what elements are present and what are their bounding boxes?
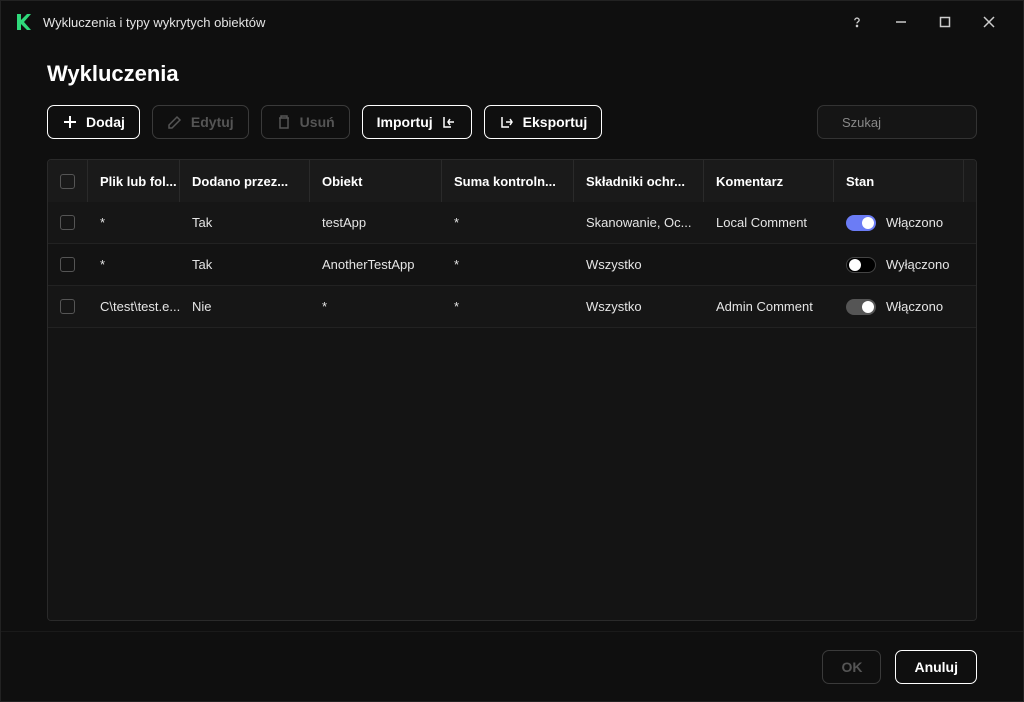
titlebar: Wykluczenia i typy wykrytych obiektów bbox=[1, 1, 1023, 43]
cell-state: Włączono bbox=[834, 202, 964, 243]
row-checkbox[interactable] bbox=[48, 244, 88, 285]
add-label: Dodaj bbox=[86, 114, 125, 130]
cell-checksum: * bbox=[442, 244, 574, 285]
help-button[interactable] bbox=[835, 2, 879, 42]
cell-rest bbox=[964, 202, 976, 243]
header-components[interactable]: Składniki ochr... bbox=[574, 160, 704, 202]
dialog-footer: OK Anuluj bbox=[1, 631, 1023, 701]
cancel-button[interactable]: Anuluj bbox=[895, 650, 977, 684]
search-box[interactable] bbox=[817, 105, 977, 139]
delete-label: Usuń bbox=[300, 114, 335, 130]
checkbox-icon bbox=[60, 257, 75, 272]
cell-added: Tak bbox=[180, 244, 310, 285]
export-label: Eksportuj bbox=[523, 114, 588, 130]
cell-components: Wszystko bbox=[574, 286, 704, 327]
header-added[interactable]: Dodano przez... bbox=[180, 160, 310, 202]
table-row[interactable]: *TaktestApp*Skanowanie, Oc...Local Comme… bbox=[48, 202, 976, 244]
page-title: Wykluczenia bbox=[47, 61, 977, 87]
header-object[interactable]: Obiekt bbox=[310, 160, 442, 202]
cell-rest bbox=[964, 286, 976, 327]
ok-button[interactable]: OK bbox=[822, 650, 881, 684]
trash-icon bbox=[276, 114, 292, 130]
header-state[interactable]: Stan bbox=[834, 160, 964, 202]
plus-icon bbox=[62, 114, 78, 130]
cell-state: Włączono bbox=[834, 286, 964, 327]
cell-components: Wszystko bbox=[574, 244, 704, 285]
cell-file: * bbox=[88, 244, 180, 285]
cell-state: Wyłączono bbox=[834, 244, 964, 285]
state-label: Włączono bbox=[886, 215, 943, 230]
toolbar: Dodaj Edytuj Usuń Importuj Eksportuj bbox=[47, 105, 977, 139]
cell-comment bbox=[704, 244, 834, 285]
cell-object: * bbox=[310, 286, 442, 327]
cell-added: Nie bbox=[180, 286, 310, 327]
table-row[interactable]: *TakAnotherTestApp*WszystkoWyłączono bbox=[48, 244, 976, 286]
window-title: Wykluczenia i typy wykrytych obiektów bbox=[43, 15, 265, 30]
edit-button[interactable]: Edytuj bbox=[152, 105, 249, 139]
header-rest bbox=[964, 160, 977, 202]
cell-comment: Admin Comment bbox=[704, 286, 834, 327]
exclusions-table: Plik lub fol... Dodano przez... Obiekt S… bbox=[47, 159, 977, 621]
state-toggle[interactable] bbox=[846, 215, 876, 231]
app-window: Wykluczenia i typy wykrytych obiektów Wy… bbox=[0, 0, 1024, 702]
header-comment[interactable]: Komentarz bbox=[704, 160, 834, 202]
cell-file: C\test\test.e... bbox=[88, 286, 180, 327]
search-input[interactable] bbox=[840, 114, 1020, 131]
cell-object: testApp bbox=[310, 202, 442, 243]
app-logo-icon bbox=[13, 12, 33, 32]
cell-comment: Local Comment bbox=[704, 202, 834, 243]
content-area: Wykluczenia Dodaj Edytuj Usuń Importuj E… bbox=[1, 43, 1023, 631]
pencil-icon bbox=[167, 114, 183, 130]
import-button[interactable]: Importuj bbox=[362, 105, 472, 139]
cell-checksum: * bbox=[442, 202, 574, 243]
maximize-button[interactable] bbox=[923, 2, 967, 42]
export-button[interactable]: Eksportuj bbox=[484, 105, 603, 139]
table-header: Plik lub fol... Dodano przez... Obiekt S… bbox=[48, 160, 976, 202]
checkbox-icon bbox=[60, 299, 75, 314]
close-button[interactable] bbox=[967, 2, 1011, 42]
cell-added: Tak bbox=[180, 202, 310, 243]
state-toggle[interactable] bbox=[846, 257, 876, 273]
import-icon bbox=[441, 114, 457, 130]
state-label: Wyłączono bbox=[886, 257, 949, 272]
row-checkbox[interactable] bbox=[48, 286, 88, 327]
select-all-header[interactable] bbox=[48, 160, 88, 202]
add-button[interactable]: Dodaj bbox=[47, 105, 140, 139]
table-body: *TaktestApp*Skanowanie, Oc...Local Comme… bbox=[48, 202, 976, 620]
cell-components: Skanowanie, Oc... bbox=[574, 202, 704, 243]
cell-rest bbox=[964, 244, 976, 285]
export-icon bbox=[499, 114, 515, 130]
delete-button[interactable]: Usuń bbox=[261, 105, 350, 139]
import-label: Importuj bbox=[377, 114, 433, 130]
cell-file: * bbox=[88, 202, 180, 243]
state-toggle[interactable] bbox=[846, 299, 876, 315]
state-label: Włączono bbox=[886, 299, 943, 314]
checkbox-icon bbox=[60, 174, 75, 189]
row-checkbox[interactable] bbox=[48, 202, 88, 243]
edit-label: Edytuj bbox=[191, 114, 234, 130]
checkbox-icon bbox=[60, 215, 75, 230]
header-checksum[interactable]: Suma kontroln... bbox=[442, 160, 574, 202]
table-row[interactable]: C\test\test.e...Nie**WszystkoAdmin Comme… bbox=[48, 286, 976, 328]
cell-object: AnotherTestApp bbox=[310, 244, 442, 285]
header-file[interactable]: Plik lub fol... bbox=[88, 160, 180, 202]
cell-checksum: * bbox=[442, 286, 574, 327]
minimize-button[interactable] bbox=[879, 2, 923, 42]
